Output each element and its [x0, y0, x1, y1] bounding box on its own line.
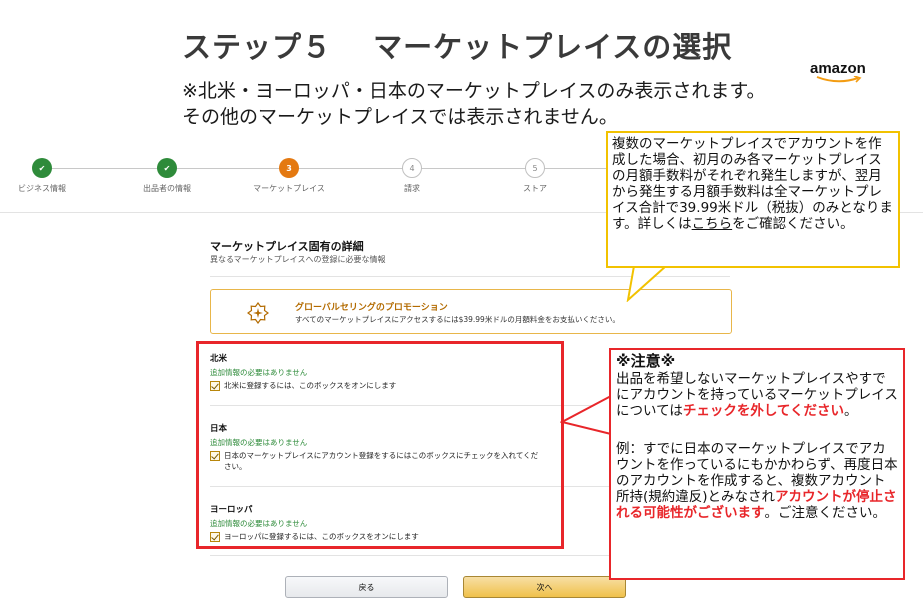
caution-heading: ※注意※: [616, 352, 676, 370]
step-label: ストア: [523, 184, 547, 193]
caution-paragraph-1: 出品を希望しないマーケットプレイスやすでにアカウントを持っているマーケットプレイ…: [616, 371, 898, 419]
caution-paragraph-2: 例：すでに日本のマーケットプレイスでアカウントを作っているにもかかわらず、再度日…: [616, 441, 898, 521]
next-button[interactable]: 次へ: [463, 576, 626, 598]
back-button[interactable]: 戻る: [285, 576, 448, 598]
sparkle-badge-icon: [247, 302, 269, 324]
section-subtitle: 異なるマーケットプレイスへの登録に必要な情報: [210, 255, 386, 264]
caution-text: 。: [844, 403, 858, 419]
step-label: マーケットプレイス: [253, 184, 325, 193]
section-title: マーケットプレイス固有の詳細: [210, 240, 364, 253]
step-business-info: ✔ ビジネス情報: [0, 158, 92, 194]
callout-pointer: [626, 266, 667, 302]
callout-pointer: [560, 395, 613, 435]
step-billing: 4 請求: [362, 158, 462, 194]
page-subtitle: ※北米・ヨーロッパ・日本のマーケットプレイスのみ表示されます。 その他のマーケッ…: [182, 78, 765, 130]
caution-emphasis: チェックを外してください: [682, 403, 845, 419]
step-label: ビジネス情報: [18, 184, 66, 193]
fee-info-callout: 複数のマーケットプレイスでアカウントを作成した場合、初月のみ各マーケットプレイス…: [606, 131, 900, 268]
details-link[interactable]: こちら: [692, 216, 733, 232]
promotion-title: グローバルセリングのプロモーション: [295, 303, 448, 313]
promotion-description: すべてのマーケットプレイスにアクセスするには$39.99米ドルの月額料金をお支払…: [295, 315, 620, 324]
page-title: ステップ５ マーケットプレイスの選択: [182, 30, 733, 64]
logo-text: amazon: [810, 60, 866, 77]
smile-arrow-icon: [816, 76, 862, 83]
step-marketplace: 3 マーケットプレイス: [239, 158, 339, 194]
step-seller-info: ✔ 出品者の情報: [117, 158, 217, 194]
check-icon: ✔: [32, 158, 52, 178]
highlight-box: [196, 341, 564, 549]
callout-text: をご確認ください。: [732, 216, 854, 232]
subtitle-line-1: ※北米・ヨーロッパ・日本のマーケットプレイスのみ表示されます。: [182, 80, 766, 102]
amazon-logo: amazon: [810, 60, 874, 86]
step-number: 4: [402, 158, 422, 178]
caution-text: 。ご注意ください。: [764, 505, 887, 521]
subtitle-line-2: その他のマーケットプレイスでは表示されません。: [182, 106, 618, 128]
step-number: 3: [279, 158, 299, 178]
caution-callout: ※注意※ 出品を希望しないマーケットプレイスやすでにアカウントを持っているマーケ…: [609, 348, 905, 580]
step-number: 5: [525, 158, 545, 178]
step-label: 請求: [404, 184, 420, 193]
step-label: 出品者の情報: [143, 184, 191, 193]
check-icon: ✔: [157, 158, 177, 178]
step-store: 5 ストア: [485, 158, 585, 194]
